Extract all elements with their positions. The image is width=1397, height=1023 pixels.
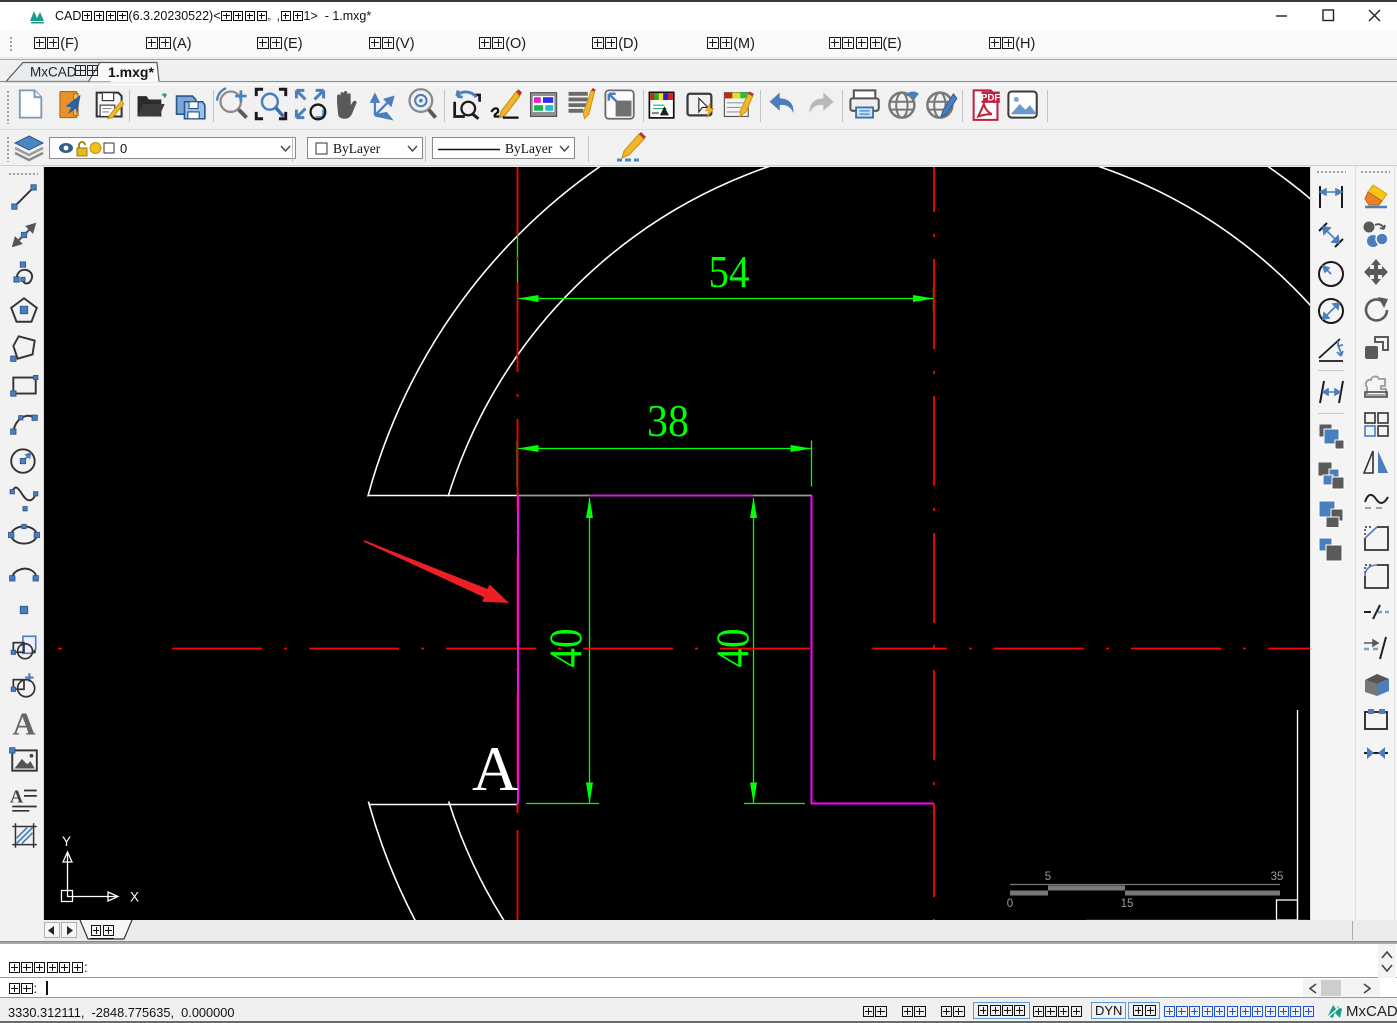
svg-text:A: A [472, 733, 518, 804]
svg-text:15: 15 [1121, 898, 1134, 910]
svg-text:A: A [10, 786, 23, 806]
svg-text:MxCAD: MxCAD [30, 65, 77, 80]
svg-text:54: 54 [709, 247, 750, 297]
svg-text:Y: Y [62, 834, 71, 849]
svg-text:5: 5 [1045, 871, 1051, 883]
svg-text:1.mxg*: 1.mxg* [108, 64, 154, 80]
svg-text:A: A [12, 707, 35, 739]
svg-text:0: 0 [1007, 898, 1013, 910]
svg-text:38: 38 [647, 396, 689, 446]
svg-text:35: 35 [1271, 871, 1284, 883]
svg-text:X: X [130, 890, 139, 905]
